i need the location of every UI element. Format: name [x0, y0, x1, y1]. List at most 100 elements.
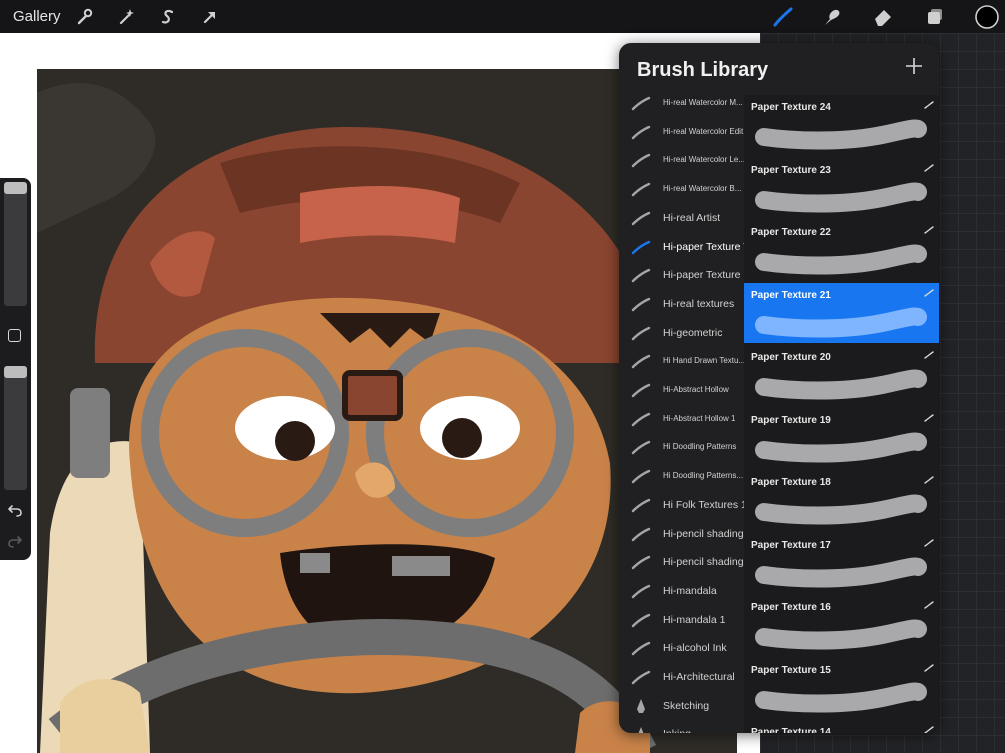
brush-set-item[interactable]: Hi-real Artist — [619, 204, 744, 232]
brush-set-item[interactable]: Hi-Abstract Hollow 1 — [619, 405, 744, 433]
pen-nib-icon — [638, 727, 644, 733]
brush-type-icon — [924, 288, 934, 297]
transform-arrow-icon[interactable] — [197, 4, 223, 30]
brush-stroke-icon — [631, 412, 651, 426]
brush-set-item[interactable]: Hi-Abstract Hollow — [619, 376, 744, 404]
brush-item[interactable]: Paper Texture 21 — [744, 282, 939, 343]
eraser-icon[interactable] — [870, 4, 896, 30]
brush-set-item[interactable]: Sketching — [619, 692, 744, 720]
brush-name: Paper Texture 24 — [751, 102, 831, 113]
brush-name: Paper Texture 16 — [751, 602, 831, 613]
brush-type-icon — [924, 601, 934, 609]
brush-set-item[interactable]: Hi-real Watercolor M... — [619, 89, 744, 117]
smudge-icon[interactable] — [819, 4, 845, 30]
brush-stroke-icon — [631, 527, 651, 541]
brush-stroke-icon — [631, 469, 651, 484]
brush-item[interactable]: Paper Texture 22 — [744, 220, 939, 280]
brush-item[interactable]: Paper Texture 14 — [744, 720, 939, 733]
brush-name: Paper Texture 19 — [751, 414, 831, 426]
brush-stroke-icon — [631, 642, 651, 656]
brush-set-label: Hi-mandala 1 — [663, 613, 726, 626]
brush-set-item[interactable]: Hi Folk Textures 1 — [619, 491, 744, 519]
brush-set-label: Hi-geometric — [663, 326, 723, 339]
wrench-icon[interactable] — [71, 4, 97, 30]
brush-set-label: Hi-real Watercolor M... — [663, 98, 743, 107]
brush-set-item[interactable]: Hi-Architectural — [619, 663, 744, 691]
brush-stroke-icon — [631, 326, 651, 340]
gallery-button[interactable]: Gallery — [13, 8, 61, 25]
brush-type-icon — [924, 351, 934, 359]
brush-set-item[interactable]: Hi-pencil shading — [619, 520, 744, 548]
brush-item[interactable]: Paper Texture 15 — [744, 658, 939, 718]
brush-type-icon — [924, 476, 934, 484]
brush-set-item[interactable]: Hi-geometric — [619, 319, 744, 347]
redo-icon[interactable] — [7, 534, 23, 548]
brush-set-list: Hi-real Watercolor M... Hi-real Watercolo… — [619, 89, 744, 733]
brush-set-item[interactable]: Hi-paper Texture 1 — [619, 261, 744, 289]
magic-wand-icon[interactable] — [113, 4, 139, 30]
brush-set-label: Hi Hand Drawn Textu... — [663, 356, 744, 366]
brush-item[interactable]: Paper Texture 17 — [744, 533, 939, 593]
brush-size-thumb[interactable] — [4, 182, 27, 194]
brush-set-label: Inking — [663, 720, 744, 733]
brush-stroke-icon — [631, 182, 651, 197]
brush-item[interactable]: Paper Texture 18 — [744, 470, 939, 530]
opacity-thumb[interactable] — [4, 366, 27, 378]
brush-stroke-preview — [755, 244, 927, 275]
brush-set-label: Hi-pencil shading 1 — [663, 556, 744, 569]
selection-s-icon[interactable] — [155, 4, 181, 30]
brush-type-icon — [924, 726, 934, 733]
brush-stroke-preview — [755, 682, 927, 712]
brush-set-label: Hi-paper Texture 1 — [663, 269, 744, 282]
brush-set-label: Hi-Abstract Hollow 1 — [663, 413, 736, 423]
brush-set-item[interactable]: Hi-mandala — [619, 577, 744, 605]
brush-stroke-icon — [631, 441, 651, 455]
layers-icon[interactable] — [922, 4, 948, 30]
color-swatch[interactable] — [974, 4, 1000, 30]
top-toolbar: Gallery — [0, 0, 1005, 33]
brush-set-item[interactable]: Hi-real Watercolor Le... — [619, 146, 744, 174]
brush-icon[interactable] — [770, 4, 796, 30]
brush-item[interactable]: Paper Texture 16 — [744, 595, 939, 655]
brush-set-item[interactable]: Inking — [619, 720, 744, 733]
brush-set-label: Hi-real Watercolor Edit — [663, 126, 744, 136]
brush-stroke-icon — [631, 297, 651, 312]
opacity-slider[interactable] — [4, 366, 27, 490]
brush-name: Paper Texture 21 — [751, 289, 831, 301]
modify-button[interactable] — [8, 329, 21, 342]
brush-stroke-icon — [631, 96, 651, 111]
brush-size-slider[interactable] — [4, 182, 27, 306]
brush-type-icon — [924, 663, 934, 672]
brush-list: Paper Texture 24 Paper Texture 23 Paper Te… — [744, 95, 939, 733]
brush-library-panel: Brush Library Hi-real Watercolor M... Hi-… — [619, 43, 939, 733]
brush-set-item[interactable]: Hi-real Watercolor Edit — [619, 118, 744, 146]
brush-stroke-icon — [631, 125, 651, 139]
brush-set-item[interactable]: Hi-mandala 1 — [619, 606, 744, 634]
brush-stroke-icon — [631, 240, 651, 254]
brush-set-item[interactable]: Hi-paper Texture V2 — [619, 233, 744, 261]
brush-item[interactable]: Paper Texture 19 — [744, 408, 939, 468]
brush-stroke-icon — [631, 154, 651, 168]
brush-stroke-preview — [755, 557, 927, 587]
brush-item[interactable]: Paper Texture 20 — [744, 345, 939, 405]
brush-set-label: Sketching — [663, 699, 710, 712]
brush-stroke-icon — [631, 555, 651, 570]
brush-set-item[interactable]: Hi Doodling Patterns — [619, 433, 744, 461]
brush-set-item[interactable]: Hi Hand Drawn Textu... — [619, 347, 744, 375]
add-brush-set-icon[interactable] — [905, 57, 923, 75]
brush-name: Paper Texture 14 — [751, 727, 831, 733]
undo-icon[interactable] — [7, 503, 23, 517]
brush-type-icon — [924, 101, 934, 109]
brush-set-item[interactable]: Hi-alcohol Ink — [619, 634, 744, 662]
brush-set-item[interactable]: Hi-real textures — [619, 290, 744, 318]
brush-item[interactable]: Paper Texture 23 — [744, 158, 939, 218]
brush-item[interactable]: Paper Texture 24 — [744, 95, 939, 155]
brush-set-item[interactable]: Hi-real Watercolor B... — [619, 175, 744, 203]
brush-type-icon — [924, 413, 934, 422]
brush-name: Paper Texture 17 — [751, 539, 831, 551]
brush-set-label: Hi-Abstract Hollow — [663, 385, 729, 394]
brush-set-item[interactable]: Hi Doodling Patterns... — [619, 462, 744, 490]
brush-set-label: Hi-real Watercolor Le... — [663, 155, 744, 165]
brush-set-item[interactable]: Hi-pencil shading 1 — [619, 548, 744, 576]
brush-name: Paper Texture 18 — [751, 477, 831, 488]
